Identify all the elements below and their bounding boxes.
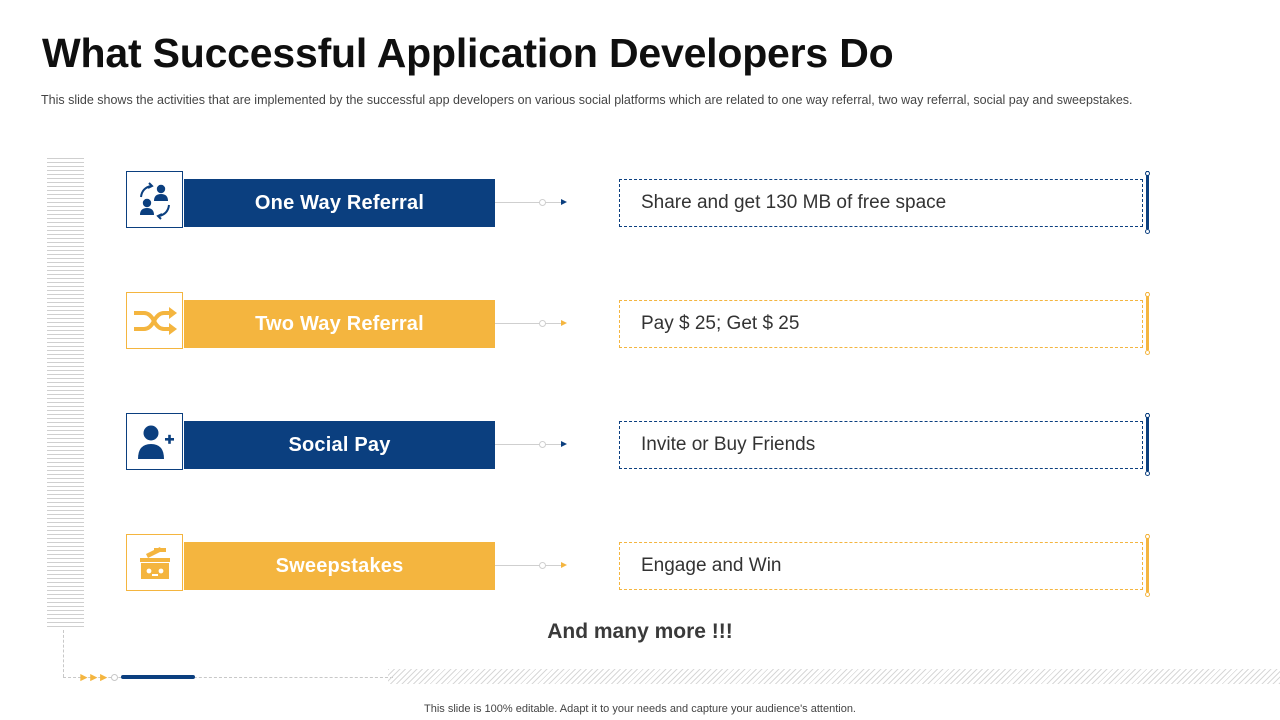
slide-subtitle: This slide shows the activities that are… bbox=[41, 93, 1133, 107]
accent-dot-bottom bbox=[1145, 229, 1150, 234]
activity-description: Invite or Buy Friends bbox=[619, 421, 1143, 469]
activity-label: One Way Referral bbox=[184, 179, 495, 227]
decorative-hatched-band bbox=[388, 669, 1280, 684]
closing-statement: And many more !!! bbox=[547, 620, 733, 643]
accent-dot-top bbox=[1145, 534, 1150, 539]
connector-line bbox=[495, 323, 561, 324]
accent-dot-top bbox=[1145, 292, 1150, 297]
connector-line bbox=[495, 202, 561, 203]
accent-dot-top bbox=[1145, 171, 1150, 176]
connector-dot bbox=[539, 562, 546, 569]
footer-note: This slide is 100% editable. Adapt it to… bbox=[424, 703, 856, 715]
connector-dot bbox=[539, 320, 546, 327]
accent-dot-bottom bbox=[1145, 592, 1150, 597]
decorative-dot bbox=[111, 674, 118, 681]
activity-label: Sweepstakes bbox=[184, 542, 495, 590]
icon-frame bbox=[126, 171, 183, 228]
accent-dot-top bbox=[1145, 413, 1150, 418]
activity-label: Two Way Referral bbox=[184, 300, 495, 348]
shuffle-arrows-icon bbox=[133, 306, 177, 335]
connector-arrowhead bbox=[561, 320, 567, 326]
activity-row-one-way-referral: One Way Referral Share and get 130 MB of… bbox=[0, 171, 1280, 234]
connector-arrowhead bbox=[561, 199, 567, 205]
accent-line bbox=[1146, 413, 1149, 471]
activity-row-two-way-referral: Two Way Referral Pay $ 25; Get $ 25 bbox=[0, 292, 1280, 355]
slide-title: What Successful Application Developers D… bbox=[42, 30, 894, 76]
triple-arrow-icon: ►►► bbox=[78, 670, 110, 684]
connector-line bbox=[495, 565, 561, 566]
accent-dot-bottom bbox=[1145, 350, 1150, 355]
accent-line bbox=[1146, 171, 1149, 229]
icon-frame bbox=[126, 292, 183, 349]
icon-frame bbox=[126, 413, 183, 470]
icon-frame bbox=[126, 534, 183, 591]
activity-description: Pay $ 25; Get $ 25 bbox=[619, 300, 1143, 348]
accent-dot-bottom bbox=[1145, 471, 1150, 476]
add-user-icon bbox=[137, 425, 174, 459]
activity-description: Engage and Win bbox=[619, 542, 1143, 590]
connector-line bbox=[495, 444, 561, 445]
activity-label: Social Pay bbox=[184, 421, 495, 469]
decorative-blue-bar bbox=[121, 675, 195, 679]
connector-dot bbox=[539, 199, 546, 206]
connector-arrowhead bbox=[561, 562, 567, 568]
connector-dot bbox=[539, 441, 546, 448]
activity-row-social-pay: Social Pay Invite or Buy Friends bbox=[0, 413, 1280, 476]
connector-arrowhead bbox=[561, 441, 567, 447]
accent-line bbox=[1146, 292, 1149, 350]
people-exchange-icon bbox=[139, 181, 170, 220]
activity-row-sweepstakes: Sweepstakes Engage and Win bbox=[0, 534, 1280, 597]
activity-description: Share and get 130 MB of free space bbox=[619, 179, 1143, 227]
accent-line bbox=[1146, 534, 1149, 592]
prize-box-icon bbox=[139, 546, 170, 579]
